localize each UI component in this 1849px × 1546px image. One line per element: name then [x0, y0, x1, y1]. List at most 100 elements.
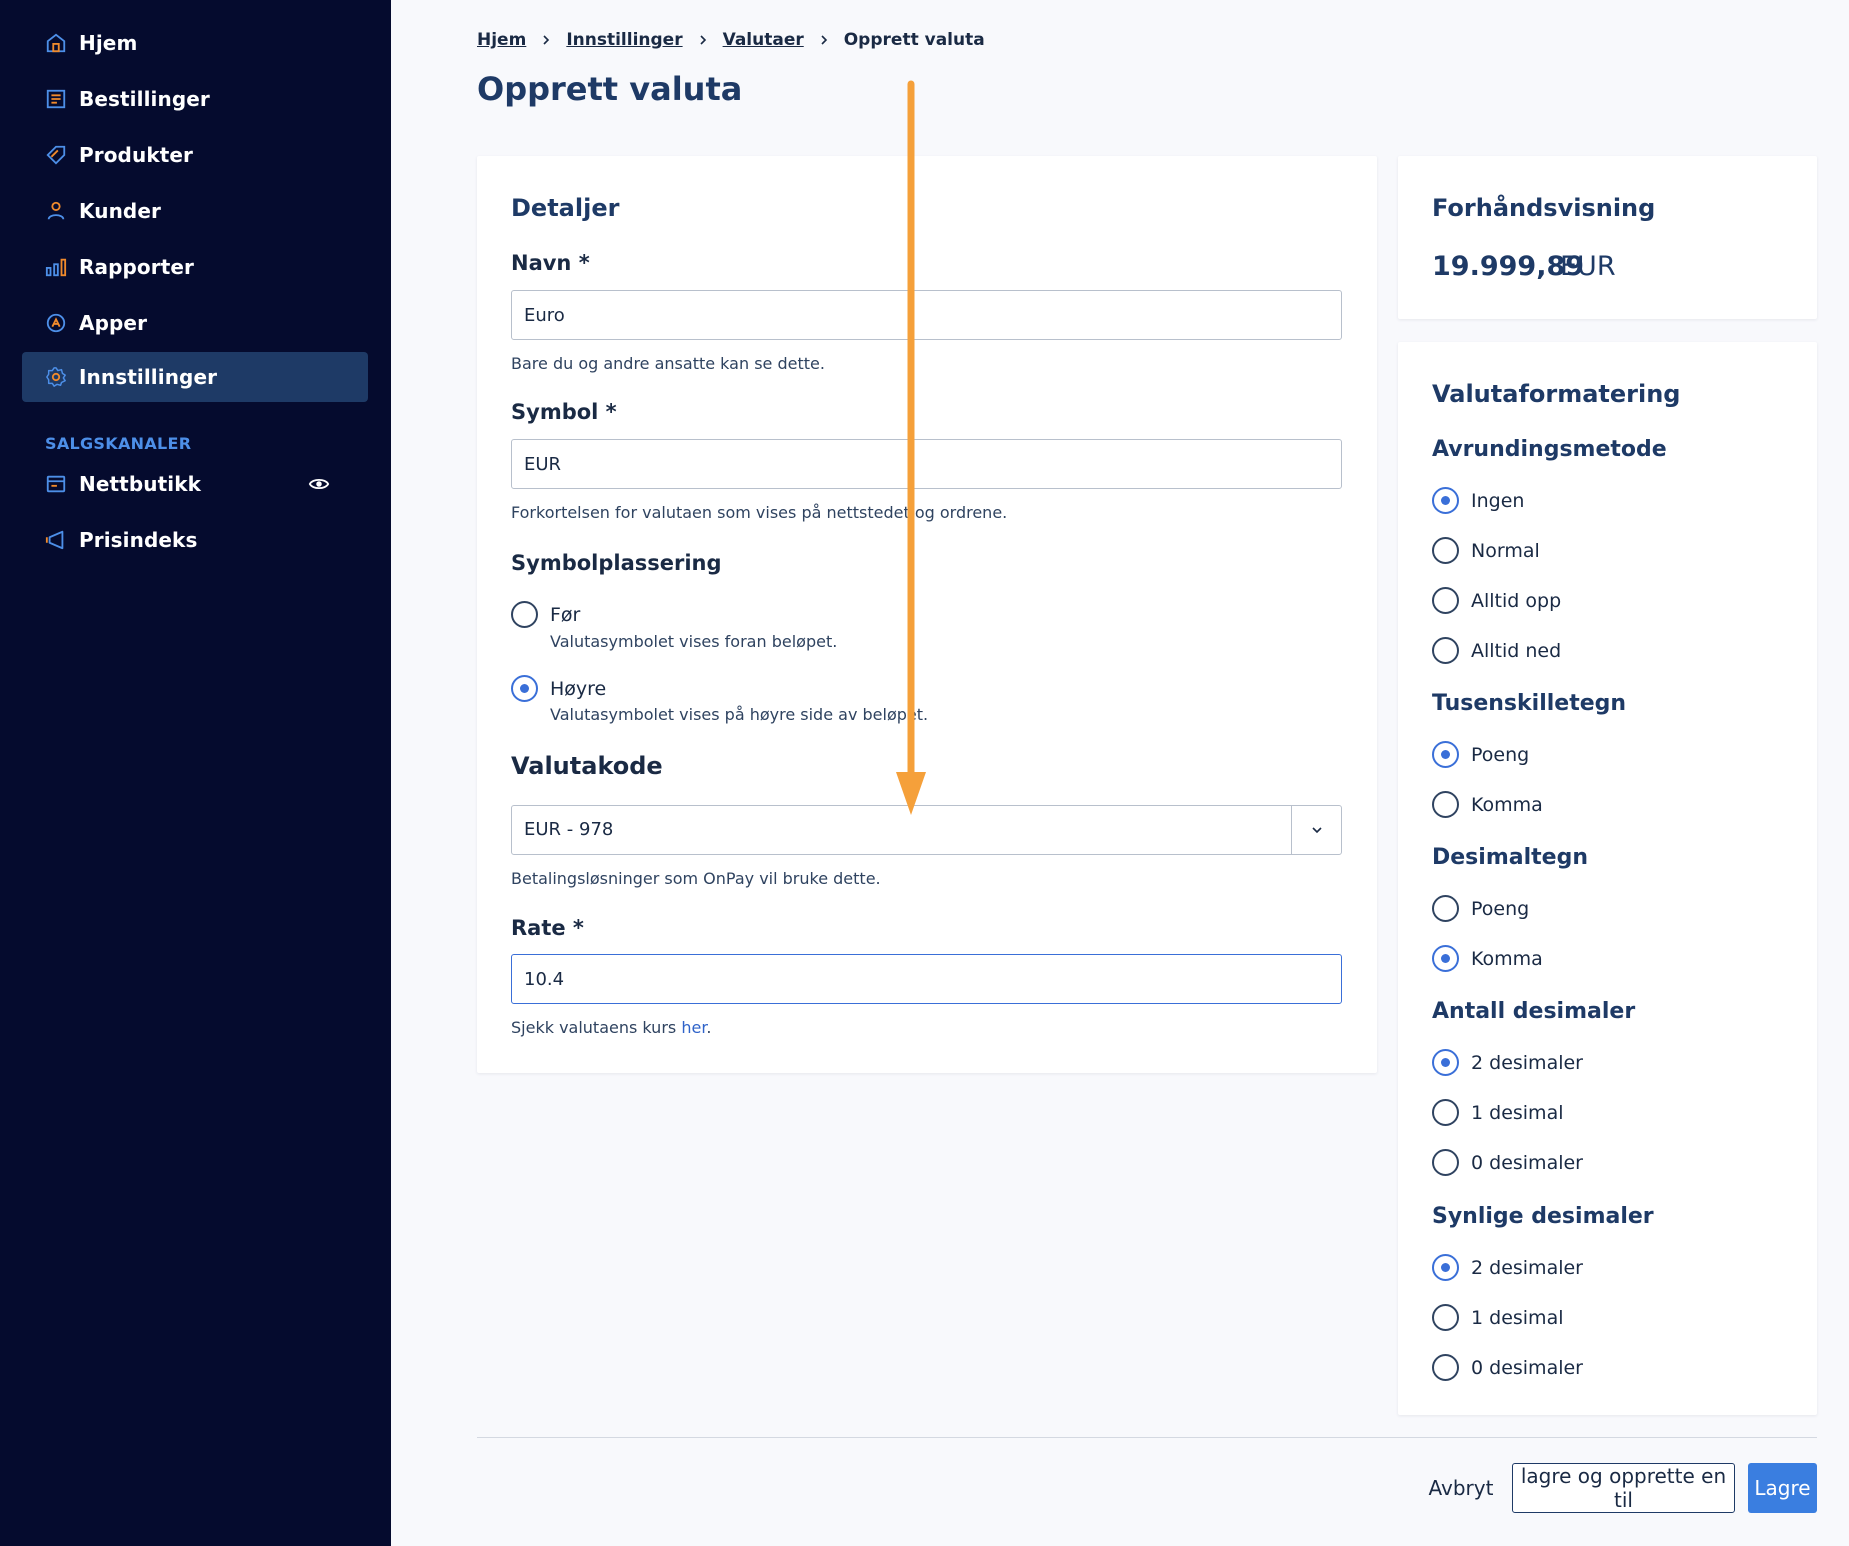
- sidebar-item-apper[interactable]: Apper: [22, 298, 368, 348]
- chevron-right-icon: [540, 34, 552, 46]
- rounding-up-radio[interactable]: [1432, 587, 1459, 614]
- sidebar-item-prisindeks[interactable]: Prisindeks: [22, 515, 368, 565]
- apps-icon: [45, 312, 67, 334]
- placement-before-label: Før: [550, 604, 581, 626]
- rate-help-link[interactable]: her: [681, 1018, 706, 1037]
- sidebar-item-label: Nettbutikk: [79, 472, 201, 496]
- chevron-right-icon: [818, 34, 830, 46]
- sales-channels-heading: SALGSKANALER: [45, 434, 192, 453]
- rate-help: Sjekk valutaens kurs her.: [511, 1018, 712, 1037]
- eye-icon[interactable]: [308, 473, 330, 495]
- name-label: Navn *: [511, 251, 590, 275]
- symbol-help: Forkortelsen for valutaen som vises på n…: [511, 503, 1008, 522]
- orders-icon: [45, 88, 67, 110]
- footer-divider: [477, 1437, 1817, 1438]
- decimals-count-0-radio[interactable]: [1432, 1149, 1459, 1176]
- tag-icon: [45, 144, 67, 166]
- preview-title: Forhåndsvisning: [1432, 194, 1656, 222]
- formatting-card: Valutaformatering Avrundingsmetode Ingen…: [1398, 342, 1817, 1415]
- thousands-poeng-radio[interactable]: [1432, 741, 1459, 768]
- decimal-komma-radio[interactable]: [1432, 945, 1459, 972]
- thousands-label: Tusenskilletegn: [1432, 691, 1627, 716]
- sidebar: Hjem Bestillinger Produkter Kunder Rappo…: [0, 0, 391, 1546]
- sidebar-item-label: Hjem: [79, 31, 138, 55]
- sidebar-item-rapporter[interactable]: Rapporter: [22, 242, 368, 292]
- sidebar-item-label: Produkter: [79, 143, 194, 167]
- sidebar-item-hjem[interactable]: Hjem: [22, 18, 368, 68]
- sidebar-item-label: Prisindeks: [79, 528, 198, 552]
- store-icon: [45, 473, 67, 495]
- sidebar-item-produkter[interactable]: Produkter: [22, 130, 368, 180]
- rounding-ingen-radio[interactable]: [1432, 487, 1459, 514]
- decimals-count-2-radio[interactable]: [1432, 1049, 1459, 1076]
- decimal-option-label: Komma: [1471, 948, 1543, 970]
- preview-currency: EUR: [1560, 251, 1616, 282]
- rate-input[interactable]: [511, 954, 1342, 1004]
- home-icon: [45, 32, 67, 54]
- visible-decimals-option-label: 2 desimaler: [1471, 1257, 1583, 1279]
- placement-right-desc: Valutasymbolet vises på høyre side av be…: [550, 705, 929, 724]
- currency-code-select[interactable]: EUR - 978: [511, 805, 1342, 855]
- cancel-button[interactable]: Avbryt: [1420, 1463, 1502, 1513]
- rounding-normal-radio[interactable]: [1432, 537, 1459, 564]
- decimals-count-option-label: 2 desimaler: [1471, 1052, 1583, 1074]
- currency-code-label: Valutakode: [511, 752, 663, 780]
- placement-before-desc: Valutasymbolet vises foran beløpet.: [550, 632, 838, 651]
- sidebar-item-label: Kunder: [79, 199, 161, 223]
- bar-chart-icon: [45, 256, 67, 278]
- save-and-new-button[interactable]: lagre og opprette en til: [1512, 1463, 1735, 1513]
- rounding-option-label: Normal: [1471, 540, 1540, 562]
- sidebar-item-kunder[interactable]: Kunder: [22, 186, 368, 236]
- breadcrumb-hjem[interactable]: Hjem: [477, 30, 526, 50]
- visible-decimals-option-label: 1 desimal: [1471, 1307, 1564, 1329]
- decimal-option-label: Poeng: [1471, 898, 1530, 920]
- rate-help-suffix: .: [706, 1018, 712, 1037]
- page-title: Opprett valuta: [477, 70, 743, 108]
- currency-code-value: EUR - 978: [524, 819, 614, 840]
- placement-right-radio[interactable]: [511, 675, 538, 702]
- visible-decimals-1-radio[interactable]: [1432, 1304, 1459, 1331]
- breadcrumb-innstillinger[interactable]: Innstillinger: [566, 30, 682, 50]
- thousands-option-label: Poeng: [1471, 744, 1530, 766]
- decimals-count-label: Antall desimaler: [1432, 999, 1636, 1024]
- breadcrumb: Hjem Innstillinger Valutaer Opprett valu…: [477, 30, 985, 50]
- placement-before-radio[interactable]: [511, 601, 538, 628]
- rate-label: Rate *: [511, 916, 584, 940]
- gear-icon: [45, 366, 67, 388]
- rounding-option-label: Alltid opp: [1471, 590, 1562, 612]
- details-card: Detaljer Navn * Bare du og andre ansatte…: [477, 156, 1377, 1073]
- breadcrumb-valutaer[interactable]: Valutaer: [723, 30, 804, 50]
- rounding-down-radio[interactable]: [1432, 637, 1459, 664]
- breadcrumb-current: Opprett valuta: [843, 30, 985, 50]
- sidebar-item-label: Apper: [79, 311, 148, 335]
- symbol-input[interactable]: [511, 439, 1342, 489]
- rounding-option-label: Alltid ned: [1471, 640, 1562, 662]
- decimals-count-1-radio[interactable]: [1432, 1099, 1459, 1126]
- sidebar-item-bestillinger[interactable]: Bestillinger: [22, 74, 368, 124]
- rounding-option-label: Ingen: [1471, 490, 1525, 512]
- save-button[interactable]: Lagre: [1748, 1463, 1817, 1513]
- rounding-label: Avrundingsmetode: [1432, 437, 1667, 462]
- rate-help-text: Sjekk valutaens kurs: [511, 1018, 682, 1037]
- sidebar-item-nettbutikk[interactable]: Nettbutikk: [22, 459, 368, 509]
- visible-decimals-option-label: 0 desimaler: [1471, 1357, 1583, 1379]
- megaphone-icon: [45, 529, 67, 551]
- sidebar-item-label: Innstillinger: [79, 365, 218, 389]
- preview-card: Forhåndsvisning 19.999,89 EUR: [1398, 156, 1817, 319]
- sidebar-item-label: Rapporter: [79, 255, 195, 279]
- decimal-poeng-radio[interactable]: [1432, 895, 1459, 922]
- visible-decimals-2-radio[interactable]: [1432, 1254, 1459, 1281]
- user-icon: [45, 200, 67, 222]
- name-input[interactable]: [511, 290, 1342, 340]
- sidebar-item-label: Bestillinger: [79, 87, 210, 111]
- name-help: Bare du og andre ansatte kan se dette.: [511, 354, 825, 373]
- chevron-right-icon: [697, 34, 709, 46]
- thousands-komma-radio[interactable]: [1432, 791, 1459, 818]
- currency-code-help: Betalingsløsninger som OnPay vil bruke d…: [511, 869, 881, 888]
- thousands-option-label: Komma: [1471, 794, 1543, 816]
- visible-decimals-0-radio[interactable]: [1432, 1354, 1459, 1381]
- decimal-label: Desimaltegn: [1432, 845, 1588, 870]
- decimals-count-option-label: 1 desimal: [1471, 1102, 1564, 1124]
- sidebar-item-innstillinger[interactable]: Innstillinger: [22, 352, 368, 402]
- chevron-down-icon[interactable]: [1291, 806, 1341, 854]
